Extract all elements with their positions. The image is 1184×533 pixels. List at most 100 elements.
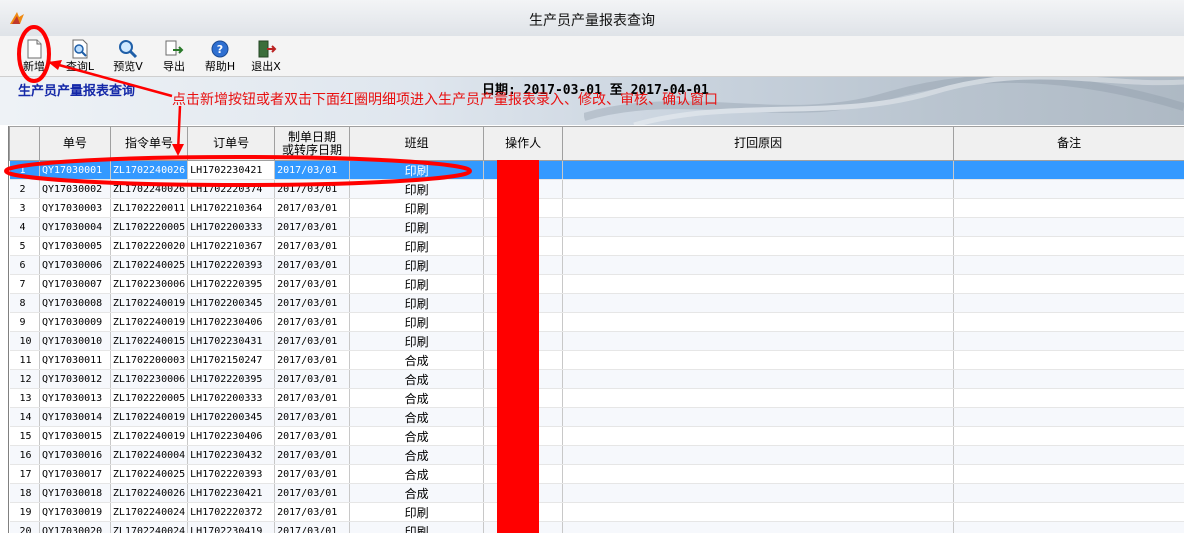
table-cell[interactable]: QY17030019 [39,502,111,522]
table-cell[interactable]: 合成 [349,464,485,484]
table-cell[interactable]: 2017/03/01 [274,331,350,351]
table-row[interactable]: 11 QY17030011 ZL1702200003 LH1702150247 2017… [9,350,1184,370]
table-cell[interactable]: 8 [9,293,40,313]
table-cell[interactable]: 6 [9,255,40,275]
table-cell[interactable]: QY17030006 [39,255,111,275]
table-cell[interactable]: 合成 [349,426,485,446]
table-cell[interactable] [953,160,1184,180]
table-cell[interactable] [953,312,1184,332]
table-cell[interactable] [562,255,955,275]
table-row[interactable]: 5 QY17030005 ZL1702220020 LH1702210367 2017/… [9,236,1184,256]
table-cell[interactable] [953,255,1184,275]
col-header-team[interactable]: 班组 [348,126,485,161]
table-cell[interactable] [953,464,1184,484]
table-cell[interactable]: QY17030008 [39,293,111,313]
table-cell[interactable]: ZL1702240019 [110,407,189,427]
table-cell[interactable]: LH1702230421 [187,483,276,503]
table-cell[interactable]: QY17030013 [39,388,111,408]
table-cell[interactable]: 14 [9,407,40,427]
table-cell[interactable]: 2017/03/01 [274,160,350,180]
table-cell[interactable]: 16 [9,445,40,465]
table-cell[interactable]: LH1702230406 [187,312,276,332]
table-cell[interactable]: 17 [9,464,40,484]
table-cell[interactable] [953,521,1184,533]
table-cell[interactable]: 13 [9,388,40,408]
table-cell[interactable]: LH1702220393 [187,464,276,484]
table-cell[interactable] [953,445,1184,465]
table-cell[interactable] [562,388,955,408]
table-cell[interactable]: QY17030002 [39,179,111,199]
table-row[interactable]: 7 QY17030007 ZL1702230006 LH1702220395 2017/… [9,274,1184,294]
table-cell[interactable]: LH1702230421 [187,160,276,180]
table-row[interactable]: 8 QY17030008 ZL1702240019 LH1702200345 2017/… [9,293,1184,313]
table-cell[interactable] [562,521,955,533]
col-header-date[interactable]: 制单日期 或转序日期 [274,126,350,161]
table-cell[interactable]: 印刷 [349,331,485,351]
table-cell[interactable]: 5 [9,236,40,256]
table-cell[interactable] [953,350,1184,370]
table-cell[interactable]: ZL1702240026 [110,160,189,180]
table-cell[interactable]: 2 [9,179,40,199]
table-cell[interactable] [953,217,1184,237]
table-cell[interactable]: 合成 [349,445,485,465]
col-header-remarks[interactable]: 备注 [953,126,1184,161]
table-cell[interactable]: 合成 [349,350,485,370]
preview-button[interactable]: 预览V [108,38,148,74]
table-cell[interactable]: QY17030005 [39,236,111,256]
table-cell[interactable]: LH1702200333 [187,217,276,237]
table-cell[interactable]: 印刷 [349,521,485,533]
table-cell[interactable]: 印刷 [349,293,485,313]
table-cell[interactable]: 2017/03/01 [274,388,350,408]
table-cell[interactable]: LH1702210364 [187,198,276,218]
table-cell[interactable] [953,388,1184,408]
table-cell[interactable]: LH1702220393 [187,255,276,275]
table-cell[interactable]: QY17030007 [39,274,111,294]
table-cell[interactable]: 2017/03/01 [274,198,350,218]
table-cell[interactable] [562,179,955,199]
table-row[interactable]: 4 QY17030004 ZL1702220005 LH1702200333 2017/… [9,217,1184,237]
table-cell[interactable]: ZL1702220020 [110,236,189,256]
table-cell[interactable]: 2017/03/01 [274,293,350,313]
table-cell[interactable] [562,160,955,180]
table-cell[interactable]: 2017/03/01 [274,179,350,199]
table-cell[interactable] [562,350,955,370]
col-header-operator[interactable]: 操作人 [483,126,563,161]
table-row[interactable]: 2 QY17030002 ZL1702240026 LH1702220374 2017/… [9,179,1184,199]
table-cell[interactable]: QY17030014 [39,407,111,427]
table-cell[interactable]: 印刷 [349,236,485,256]
table-cell[interactable]: QY17030016 [39,445,111,465]
exit-button[interactable]: 退出X [246,38,286,74]
table-cell[interactable]: 2017/03/01 [274,502,350,522]
table-row[interactable]: 20 QY17030020 ZL1702240024 LH1702230419 2017… [9,521,1184,533]
table-cell[interactable]: 2017/03/01 [274,407,350,427]
table-row[interactable]: 14 QY17030014 ZL1702240019 LH1702200345 2017… [9,407,1184,427]
table-cell[interactable]: LH1702220395 [187,369,276,389]
table-cell[interactable] [953,502,1184,522]
table-row[interactable]: 12 QY17030012 ZL1702230006 LH1702220395 2017… [9,369,1184,389]
table-cell[interactable]: 2017/03/01 [274,464,350,484]
table-cell[interactable]: ZL1702240026 [110,483,189,503]
table-row[interactable]: 16 QY17030016 ZL1702240004 LH1702230432 2017… [9,445,1184,465]
table-cell[interactable]: 合成 [349,407,485,427]
table-cell[interactable] [953,483,1184,503]
table-cell[interactable]: QY17030004 [39,217,111,237]
table-cell[interactable]: 20 [9,521,40,533]
table-cell[interactable]: 印刷 [349,274,485,294]
table-cell[interactable]: 印刷 [349,160,485,180]
table-cell[interactable]: ZL1702240019 [110,312,189,332]
table-row[interactable]: 9 QY17030009 ZL1702240019 LH1702230406 2017/… [9,312,1184,332]
table-cell[interactable]: QY17030018 [39,483,111,503]
table-cell[interactable]: LH1702220372 [187,502,276,522]
table-cell[interactable]: ZL1702240025 [110,255,189,275]
table-row[interactable]: 17 QY17030017 ZL1702240025 LH1702220393 2017… [9,464,1184,484]
table-cell[interactable]: QY17030020 [39,521,111,533]
table-cell[interactable]: ZL1702220005 [110,388,189,408]
table-cell[interactable]: ZL1702230006 [110,369,189,389]
col-header-index[interactable] [9,126,40,161]
table-cell[interactable]: LH1702150247 [187,350,276,370]
table-cell[interactable]: 18 [9,483,40,503]
table-cell[interactable] [562,312,955,332]
table-row[interactable]: 1 QY17030001 ZL1702240026 LH1702230421 2017/… [9,160,1184,180]
table-cell[interactable]: 印刷 [349,312,485,332]
table-cell[interactable] [953,407,1184,427]
